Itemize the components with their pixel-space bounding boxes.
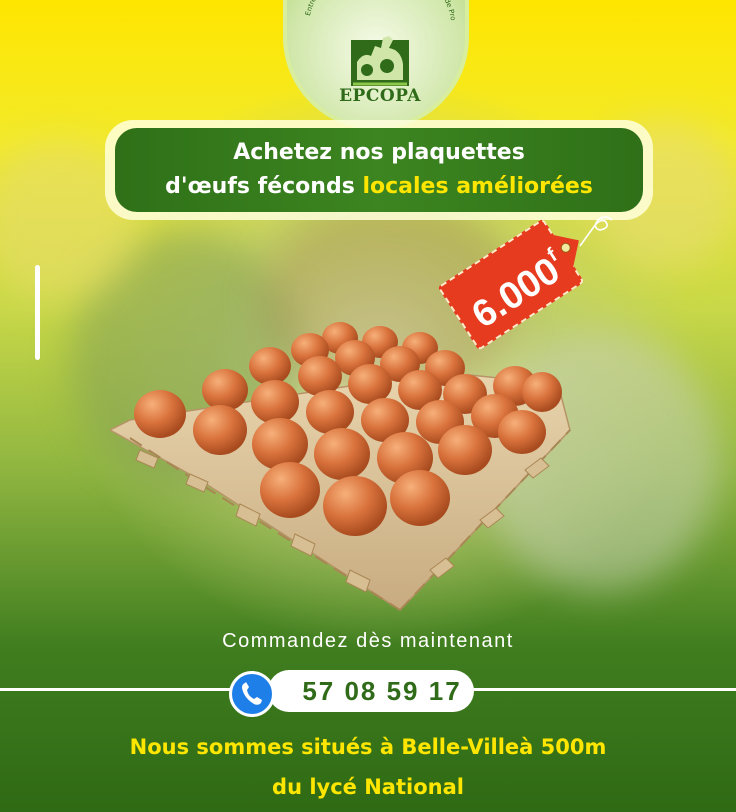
svg-text:Entreprise de Production et de: Entreprise de Production et de Commercia… — [287, 0, 457, 21]
headline-banner: Achetez nos plaquettes d'œufs féconds lo… — [115, 128, 643, 212]
address-line-2: du lycé National — [272, 775, 464, 799]
phone-icon[interactable] — [229, 671, 275, 717]
logo-name: EPCOPA — [339, 86, 421, 106]
headline-line-2-prefix: d'œufs féconds — [165, 174, 363, 199]
headline-line-2: d'œufs féconds locales améliorées — [115, 170, 643, 204]
epcopa-logo: Entreprise de Production et de Commercia… — [283, 0, 469, 130]
egg-tray-image — [110, 322, 571, 611]
headline-highlight: locales améliorées — [362, 174, 593, 199]
poster-background: Entreprise de Production et de Commercia… — [0, 0, 736, 812]
phone-number[interactable]: 57 08 59 17 — [290, 670, 474, 712]
farm-animals-icon — [351, 36, 409, 86]
headline-line-1: Achetez nos plaquettes — [233, 140, 525, 165]
address-line-1: Nous sommes situés à Belle-Villeà 500m — [129, 735, 607, 759]
order-now-text: Commandez dès maintenant — [222, 630, 514, 652]
side-marker — [35, 265, 40, 360]
